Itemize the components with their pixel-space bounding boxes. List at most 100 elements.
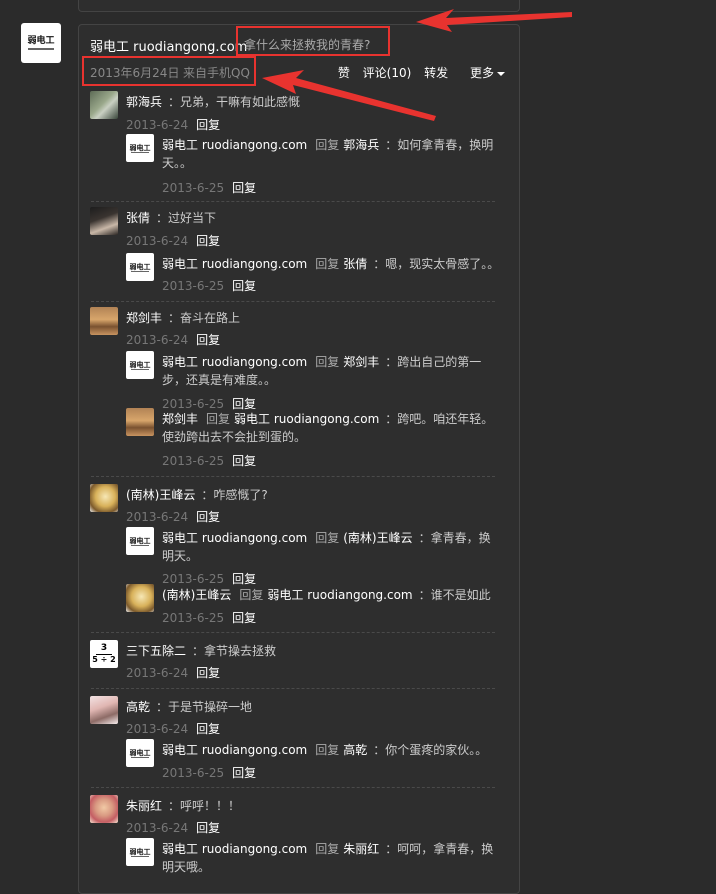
comment-author[interactable]: 张倩: [126, 211, 150, 225]
logo-avatar[interactable]: 弱电工: [126, 739, 154, 767]
comment-author[interactable]: (南林)王峰云: [126, 488, 195, 502]
reply-button[interactable]: 回复: [232, 279, 256, 293]
user-avatar[interactable]: [126, 584, 154, 612]
user-avatar[interactable]: [90, 696, 118, 724]
post-author[interactable]: 弱电工 ruodiangong.com: [90, 36, 247, 55]
comment-line: (南林)王峰云 ：咋感慨了?: [126, 486, 268, 503]
comment-text: ：过好当下: [156, 211, 217, 225]
comment-author[interactable]: 郑剑丰: [126, 311, 162, 325]
comment-line: 三下五除二 ：拿节操去拯救: [126, 642, 276, 659]
logo-text: 弱电工: [129, 535, 151, 545]
comment-divider: [91, 476, 495, 477]
reply-button[interactable]: 回复: [196, 722, 220, 736]
logo-avatar[interactable]: 弱电工: [126, 838, 154, 866]
comment-author[interactable]: 高乾: [126, 700, 150, 714]
reply-author[interactable]: 郑剑丰: [162, 412, 198, 426]
comment-author[interactable]: 三下五除二: [126, 644, 186, 658]
annotation-box-date: [82, 56, 256, 86]
chevron-down-icon: [497, 71, 505, 76]
reply-word: 回复: [315, 138, 340, 152]
reply-date: 2013-6-25: [162, 181, 225, 195]
comment-author[interactable]: 郭海兵: [126, 95, 162, 109]
user-avatar[interactable]: [90, 484, 118, 512]
logo-icon: 弱电工: [130, 749, 151, 758]
reply-button[interactable]: 回复: [196, 234, 220, 248]
comment-text: ：咋感慨了?: [201, 488, 268, 502]
comment-author[interactable]: 朱丽红: [126, 799, 162, 813]
reply-button[interactable]: 回复: [232, 611, 256, 625]
reply-button[interactable]: 回复: [232, 454, 256, 468]
comment-meta: 2013-6-24 回复: [126, 116, 220, 133]
annotation-box-text: [236, 26, 390, 56]
reply-word: 回复: [206, 412, 231, 426]
math-top: 3: [100, 643, 108, 653]
share-button[interactable]: 转发: [424, 66, 448, 80]
user-avatar[interactable]: [90, 91, 118, 119]
more-button[interactable]: 更多: [461, 66, 505, 80]
reply-target[interactable]: 张倩: [343, 257, 367, 271]
comment-text: ：呼呼！！！: [168, 799, 241, 813]
comment-line: 张倩 ：过好当下: [126, 209, 216, 226]
user-avatar[interactable]: [126, 408, 154, 436]
reply-text: ：你个蛋疼的家伙。。: [373, 743, 488, 757]
logo-avatar[interactable]: 弱电工: [126, 134, 154, 162]
post-card: 弱电工 ruodiangong.com 拿什么来拯救我的青春? 2013年6月2…: [78, 24, 520, 894]
reply-button[interactable]: 回复: [196, 510, 220, 524]
user-avatar[interactable]: [90, 207, 118, 235]
reply-meta: 2013-6-25 回复: [162, 570, 256, 587]
reply-meta: 2013-6-25 回复: [162, 179, 256, 196]
reply-author[interactable]: 弱电工 ruodiangong.com: [162, 531, 307, 545]
comment-divider: [91, 787, 495, 788]
user-avatar[interactable]: [90, 307, 118, 335]
reply-meta: 2013-6-25 回复: [162, 764, 256, 781]
reply-target[interactable]: 弱电工 ruodiangong.com: [234, 412, 379, 426]
comments-button[interactable]: 评论(10): [363, 66, 412, 80]
reply-target[interactable]: 高乾: [343, 743, 367, 757]
reply-button[interactable]: 回复: [232, 766, 256, 780]
logo-avatar[interactable]: 弱电工: [126, 351, 154, 379]
comment-meta: 2013-6-24 回复: [126, 508, 220, 525]
logo-icon: 弱电工: [130, 537, 151, 546]
user-avatar[interactable]: 3 5 ÷ 2: [90, 640, 118, 668]
logo-avatar[interactable]: 弱电工: [126, 527, 154, 555]
author-avatar[interactable]: 弱电工: [21, 23, 61, 63]
like-button[interactable]: 赞: [338, 66, 350, 80]
reply-target[interactable]: 郭海兵: [343, 138, 379, 152]
reply-author[interactable]: (南林)王峰云: [162, 588, 231, 602]
reply-target[interactable]: (南林)王峰云: [343, 531, 412, 545]
logo-underline: [131, 270, 149, 272]
reply-word: 回复: [315, 257, 340, 271]
reply-word: 回复: [315, 531, 340, 545]
reply-date: 2013-6-25: [162, 766, 225, 780]
reply-author[interactable]: 弱电工 ruodiangong.com: [162, 743, 307, 757]
reply-target[interactable]: 郑剑丰: [343, 355, 379, 369]
reply-target[interactable]: 弱电工 ruodiangong.com: [267, 588, 412, 602]
reply-button[interactable]: 回复: [196, 333, 220, 347]
reply-author[interactable]: 弱电工 ruodiangong.com: [162, 842, 307, 856]
comment-meta: 2013-6-24 回复: [126, 720, 220, 737]
reply-button[interactable]: 回复: [196, 666, 220, 680]
reply-button[interactable]: 回复: [196, 821, 220, 835]
reply-button[interactable]: 回复: [232, 181, 256, 195]
reply-line: 弱电工 ruodiangong.com 回复 郭海兵 ：如何拿青春，换明天。。: [162, 136, 502, 172]
comment-date: 2013-6-24: [126, 510, 189, 524]
reply-author[interactable]: 弱电工 ruodiangong.com: [162, 138, 307, 152]
logo-text: 弱电工: [129, 142, 151, 152]
logo-underline: [131, 855, 149, 857]
reply-target[interactable]: 朱丽红: [343, 842, 379, 856]
logo-icon: 弱电工: [27, 36, 55, 50]
logo-text: 弱电工: [129, 846, 151, 856]
reply-author[interactable]: 弱电工 ruodiangong.com: [162, 257, 307, 271]
user-avatar[interactable]: [90, 795, 118, 823]
reply-meta: 2013-6-25 回复: [162, 452, 256, 469]
logo-avatar[interactable]: 弱电工: [126, 253, 154, 281]
reply-button[interactable]: 回复: [232, 572, 256, 586]
reply-author[interactable]: 弱电工 ruodiangong.com: [162, 355, 307, 369]
comment-date: 2013-6-24: [126, 234, 189, 248]
math-bottom: 5 ÷ 2: [92, 655, 116, 664]
reply-word: 回复: [315, 743, 340, 757]
reply-button[interactable]: 回复: [232, 397, 256, 411]
logo-text: 弱电工: [129, 747, 151, 757]
reply-button[interactable]: 回复: [196, 118, 220, 132]
comment-text: ：兄弟，干嘛有如此感慨: [168, 95, 301, 109]
